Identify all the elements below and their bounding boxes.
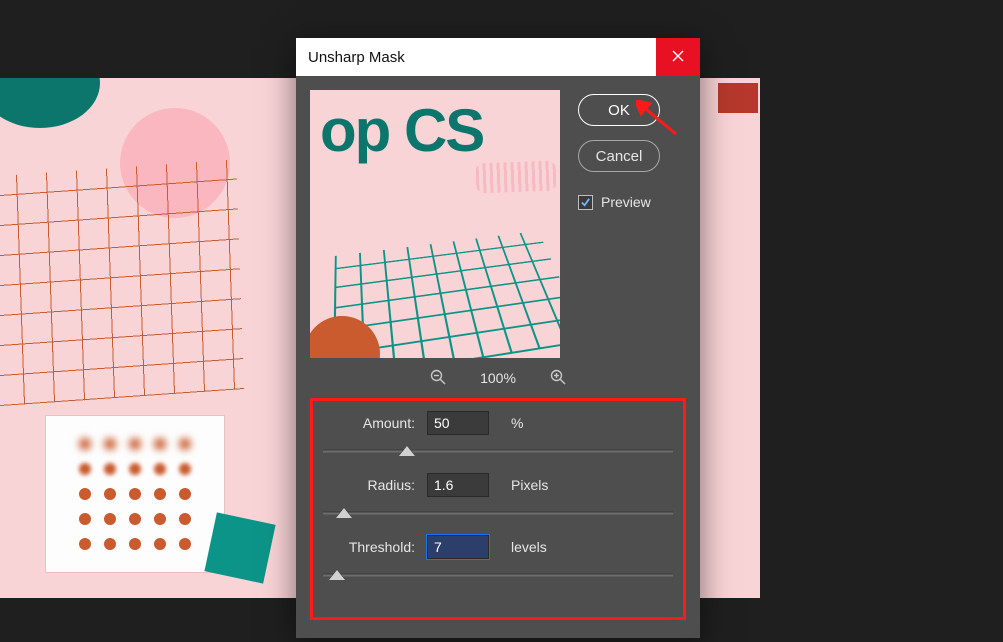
preview-checkbox[interactable] [578, 195, 593, 210]
amount-unit: % [505, 415, 675, 431]
cancel-button[interactable]: Cancel [578, 140, 660, 172]
preview-checkbox-row[interactable]: Preview [578, 194, 686, 210]
preview-scribble [476, 161, 557, 194]
amount-input[interactable] [427, 411, 489, 435]
close-icon [672, 49, 684, 66]
preview-pane[interactable]: op CS [310, 90, 560, 358]
shape-orange-grid [0, 160, 244, 407]
dot-pattern-card [45, 415, 225, 573]
dialog-title: Unsharp Mask [308, 49, 405, 66]
radius-control: Radius: Pixels [321, 473, 675, 497]
shape-teal-square [204, 512, 275, 583]
zoom-in-button[interactable] [546, 366, 570, 390]
preview-checkbox-label: Preview [601, 194, 651, 210]
threshold-unit: levels [505, 539, 675, 555]
radius-unit: Pixels [505, 477, 675, 493]
shape-teal-corner [0, 78, 100, 128]
radius-slider-thumb[interactable] [336, 508, 352, 518]
dialog-titlebar[interactable]: Unsharp Mask [296, 38, 700, 76]
amount-control: Amount: % [321, 411, 675, 435]
threshold-slider-thumb[interactable] [329, 570, 345, 580]
amount-slider[interactable] [323, 439, 673, 463]
annotation-highlight-box: Amount: % Radius: Pixels Threshold: lev [310, 398, 686, 620]
threshold-control: Threshold: levels [321, 535, 675, 559]
threshold-input[interactable] [427, 535, 489, 559]
cancel-button-label: Cancel [596, 148, 643, 165]
zoom-in-icon [550, 369, 566, 388]
zoom-out-icon [430, 369, 446, 388]
threshold-label: Threshold: [321, 539, 421, 555]
close-button[interactable] [656, 38, 700, 76]
red-stripe [718, 83, 758, 113]
amount-slider-thumb[interactable] [399, 446, 415, 456]
zoom-level-label: 100% [480, 370, 516, 386]
radius-slider[interactable] [323, 501, 673, 525]
preview-artwork-text: op CS [320, 96, 483, 165]
ok-button[interactable]: OK [578, 94, 660, 126]
zoom-out-button[interactable] [426, 366, 450, 390]
ok-button-label: OK [608, 102, 630, 119]
unsharp-mask-dialog: Unsharp Mask op CS OK Cancel [296, 38, 700, 638]
threshold-slider[interactable] [323, 563, 673, 587]
radius-input[interactable] [427, 473, 489, 497]
amount-label: Amount: [321, 415, 421, 431]
radius-label: Radius: [321, 477, 421, 493]
